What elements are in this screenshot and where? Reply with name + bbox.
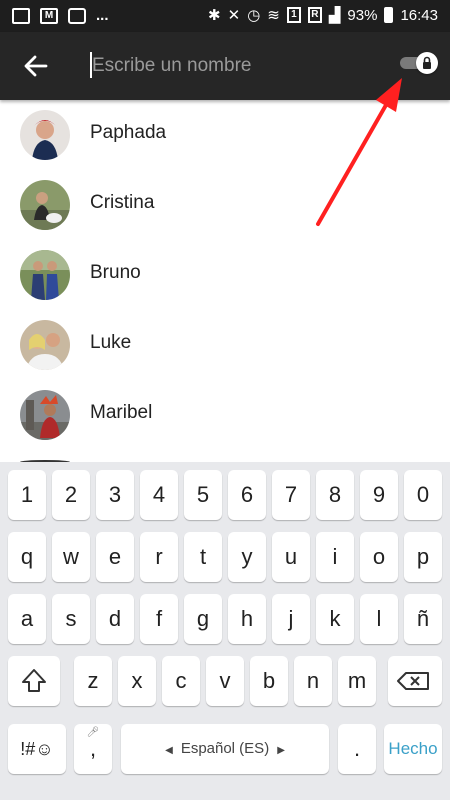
search-input[interactable] bbox=[90, 50, 372, 82]
key-w[interactable]: w bbox=[52, 532, 90, 582]
shift-icon bbox=[22, 669, 46, 692]
avatar bbox=[20, 320, 70, 370]
avatar bbox=[20, 180, 70, 230]
language-left-icon: ◀ bbox=[165, 745, 173, 756]
key-x[interactable]: x bbox=[118, 656, 156, 706]
maps-icon bbox=[68, 7, 86, 24]
done-key[interactable]: Hecho bbox=[384, 724, 442, 774]
key-3[interactable]: 3 bbox=[96, 470, 134, 520]
more-notifications: ... bbox=[96, 7, 109, 24]
language-right-icon: ▶ bbox=[277, 745, 285, 756]
key-n[interactable]: n bbox=[294, 656, 332, 706]
contact-name: Cristina bbox=[90, 192, 155, 213]
key-8[interactable]: 8 bbox=[316, 470, 354, 520]
key-u[interactable]: u bbox=[272, 532, 310, 582]
key-y[interactable]: y bbox=[228, 532, 266, 582]
key-d[interactable]: d bbox=[96, 594, 134, 644]
key-z[interactable]: z bbox=[74, 656, 112, 706]
status-bar: M ... ✱ ✕ ◷ ≋ 1 R ▟ 93% 16:43 bbox=[0, 0, 450, 32]
key-4[interactable]: 4 bbox=[140, 470, 178, 520]
key-g[interactable]: g bbox=[184, 594, 222, 644]
key-0[interactable]: 0 bbox=[404, 470, 442, 520]
toggle-thumb bbox=[416, 52, 438, 74]
list-item[interactable]: Bruno bbox=[0, 250, 450, 306]
key-enye[interactable]: ñ bbox=[404, 594, 442, 644]
key-q[interactable]: q bbox=[8, 532, 46, 582]
period-key[interactable]: . bbox=[338, 724, 376, 774]
avatar bbox=[20, 390, 70, 440]
status-right: ✱ ✕ ◷ ≋ 1 R ▟ 93% 16:43 bbox=[208, 6, 438, 25]
contact-name: Maribel bbox=[90, 402, 153, 423]
contact-name: Luke bbox=[90, 332, 132, 353]
clock: 16:43 bbox=[400, 6, 438, 24]
key-1[interactable]: 1 bbox=[8, 470, 46, 520]
shift-key[interactable] bbox=[8, 656, 60, 706]
key-9[interactable]: 9 bbox=[360, 470, 398, 520]
key-7[interactable]: 7 bbox=[272, 470, 310, 520]
image-icon bbox=[12, 7, 30, 24]
key-f[interactable]: f bbox=[140, 594, 178, 644]
signal-icon: ▟ bbox=[328, 7, 341, 24]
list-item[interactable]: Paphada bbox=[0, 110, 450, 166]
key-o[interactable]: o bbox=[360, 532, 398, 582]
mute-icon: ✕ bbox=[227, 7, 241, 24]
comma-key[interactable]: 🎤︎ , bbox=[74, 724, 112, 774]
text-cursor bbox=[90, 52, 92, 78]
notification-count-badge: 1 bbox=[286, 7, 301, 23]
key-j[interactable]: j bbox=[272, 594, 310, 644]
alarm-icon: ◷ bbox=[247, 7, 261, 24]
key-a[interactable]: a bbox=[8, 594, 46, 644]
avatar bbox=[20, 250, 70, 300]
key-2[interactable]: 2 bbox=[52, 470, 90, 520]
key-b[interactable]: b bbox=[250, 656, 288, 706]
list-item[interactable]: Luke bbox=[0, 320, 450, 376]
signal-roaming-icon: R bbox=[307, 7, 322, 23]
list-item[interactable]: Cristina bbox=[0, 180, 450, 236]
key-5[interactable]: 5 bbox=[184, 470, 222, 520]
space-bar[interactable]: ◀ Español (ES) ▶ bbox=[121, 724, 329, 774]
key-t[interactable]: t bbox=[184, 532, 222, 582]
key-6[interactable]: 6 bbox=[228, 470, 266, 520]
space-language-label: Español (ES) bbox=[180, 740, 270, 757]
key-s[interactable]: s bbox=[52, 594, 90, 644]
contact-name: Bruno bbox=[90, 262, 141, 283]
battery-percent: 93% bbox=[347, 6, 378, 24]
key-c[interactable]: c bbox=[162, 656, 200, 706]
key-r[interactable]: r bbox=[140, 532, 178, 582]
arrow-left-icon[interactable] bbox=[22, 52, 50, 80]
backspace-icon bbox=[397, 672, 429, 690]
on-screen-keyboard: 1 2 3 4 5 6 7 8 9 0 q w e r t y u i o p … bbox=[0, 462, 450, 800]
key-k[interactable]: k bbox=[316, 594, 354, 644]
key-i[interactable]: i bbox=[316, 532, 354, 582]
mic-icon: 🎤︎ bbox=[86, 727, 100, 738]
avatar bbox=[20, 110, 70, 160]
key-l[interactable]: l bbox=[360, 594, 398, 644]
bluetooth-icon: ✱ bbox=[208, 7, 221, 24]
backspace-key[interactable] bbox=[388, 656, 442, 706]
status-left: M ... bbox=[12, 7, 109, 24]
key-v[interactable]: v bbox=[206, 656, 244, 706]
key-h[interactable]: h bbox=[228, 594, 266, 644]
key-e[interactable]: e bbox=[96, 532, 134, 582]
lock-icon bbox=[423, 56, 431, 69]
symbols-key[interactable]: !#☺ bbox=[8, 724, 66, 774]
battery-icon bbox=[384, 7, 394, 23]
contact-name: Paphada bbox=[90, 122, 167, 143]
search-toolbar bbox=[0, 32, 450, 100]
wifi-icon: ≋ bbox=[267, 7, 280, 24]
gmail-icon: M bbox=[40, 7, 58, 24]
key-m[interactable]: m bbox=[338, 656, 376, 706]
private-toggle[interactable] bbox=[398, 52, 442, 74]
key-p[interactable]: p bbox=[404, 532, 442, 582]
list-item[interactable]: Maribel bbox=[0, 390, 450, 446]
